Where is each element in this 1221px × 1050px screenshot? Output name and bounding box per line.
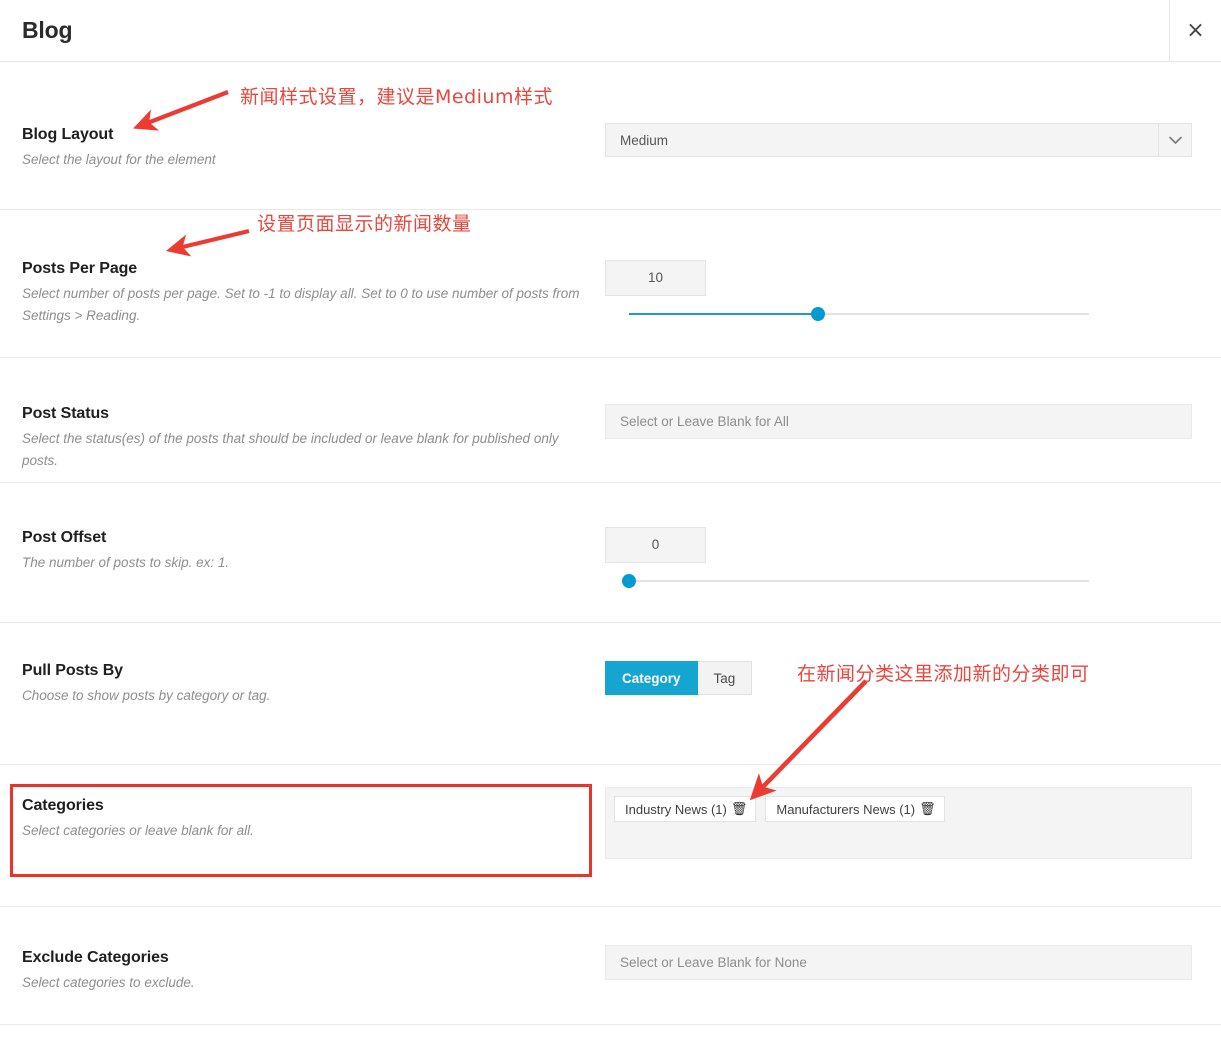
blog-layout-select[interactable]: Medium [605, 123, 1192, 157]
field-label-posts-per-page: Posts Per Page [22, 260, 138, 277]
field-label-exclude-categories: Exclude Categories [22, 949, 169, 966]
row-post-offset: Post Offset The number of posts to skip.… [0, 483, 1221, 623]
post-status-placeholder: Select or Leave Blank for All [620, 414, 789, 429]
category-chip[interactable]: Manufacturers News (1) 🗑 [765, 796, 945, 822]
field-desc-post-offset: The number of posts to skip. ex: 1. [22, 555, 230, 570]
posts-per-page-slider[interactable] [629, 296, 1089, 332]
field-label-post-status: Post Status [22, 405, 109, 422]
category-chip-label: Manufacturers News (1) [776, 801, 916, 817]
row-post-offset-info: Post Offset The number of posts to skip.… [0, 483, 605, 622]
toggle-tag[interactable]: Tag [697, 661, 753, 695]
field-label-blog-layout: Blog Layout [22, 126, 114, 143]
row-pull-posts-by-info: Pull Posts By Choose to show posts by ca… [0, 623, 605, 764]
row-post-status-control: Select or Leave Blank for All [605, 358, 1221, 482]
close-icon: × [1186, 17, 1205, 43]
posts-per-page-input[interactable]: 10 [605, 260, 706, 296]
row-exclude-categories-info: Exclude Categories Select categories to … [0, 907, 605, 1024]
slider-fill [629, 313, 818, 315]
field-desc-post-status: Select the status(es) of the posts that … [22, 431, 559, 468]
field-desc-blog-layout: Select the layout for the element [22, 152, 216, 167]
field-label-post-offset: Post Offset [22, 529, 107, 546]
row-exclude-categories: Exclude Categories Select categories to … [0, 907, 1221, 1025]
categories-chip-container[interactable]: Industry News (1) 🗑 Manufacturers News (… [605, 787, 1192, 859]
field-label-pull-posts-by: Pull Posts By [22, 662, 123, 679]
row-categories: Categories Select categories or leave bl… [0, 765, 1221, 907]
panel-header: Blog × [0, 0, 1221, 62]
toggle-category[interactable]: Category [605, 661, 698, 695]
row-posts-per-page-control: 10 [605, 210, 1221, 357]
row-post-status: Post Status Select the status(es) of the… [0, 358, 1221, 483]
slider-track [629, 580, 1089, 582]
blog-settings-panel: Blog × Blog Layout Select the layout for… [0, 0, 1221, 1050]
category-chip-label: Industry News (1) [625, 801, 727, 817]
field-desc-exclude-categories: Select categories to exclude. [22, 975, 195, 990]
row-pull-posts-by: Pull Posts By Choose to show posts by ca… [0, 623, 1221, 765]
trash-icon[interactable]: 🗑 [731, 803, 748, 816]
trash-icon[interactable]: 🗑 [919, 803, 936, 816]
blog-layout-select-value: Medium [620, 132, 669, 148]
close-button[interactable]: × [1169, 0, 1221, 61]
row-categories-info: Categories Select categories or leave bl… [0, 765, 605, 906]
field-desc-categories: Select categories or leave blank for all… [22, 823, 254, 838]
row-blog-layout-control: Medium [605, 62, 1221, 209]
row-post-offset-control: 0 [605, 483, 1221, 622]
row-exclude-categories-control: Select or Leave Blank for None [605, 907, 1221, 1024]
row-blog-layout: Blog Layout Select the layout for the el… [0, 62, 1221, 210]
page-title: Blog [22, 17, 73, 43]
exclude-categories-input[interactable]: Select or Leave Blank for None [605, 945, 1192, 980]
post-status-input[interactable]: Select or Leave Blank for All [605, 404, 1192, 439]
row-pull-posts-by-control: Category Tag [605, 623, 1221, 764]
field-desc-pull-posts-by: Choose to show posts by category or tag. [22, 688, 271, 703]
exclude-categories-placeholder: Select or Leave Blank for None [620, 955, 807, 970]
field-label-categories: Categories [22, 797, 104, 814]
post-offset-input[interactable]: 0 [605, 527, 706, 563]
slider-handle[interactable] [622, 574, 636, 588]
category-chip[interactable]: Industry News (1) 🗑 [614, 796, 757, 822]
chevron-down-icon[interactable] [1158, 124, 1191, 156]
field-desc-posts-per-page: Select number of posts per page. Set to … [22, 286, 580, 323]
row-posts-per-page-info: Posts Per Page Select number of posts pe… [0, 210, 605, 357]
row-post-status-info: Post Status Select the status(es) of the… [0, 358, 605, 482]
slider-handle[interactable] [810, 307, 825, 321]
post-offset-slider[interactable] [622, 563, 1089, 599]
pull-posts-by-toggle-group: Category Tag [605, 661, 1191, 695]
row-posts-per-page: Posts Per Page Select number of posts pe… [0, 210, 1221, 358]
row-blog-layout-info: Blog Layout Select the layout for the el… [0, 62, 605, 209]
row-categories-control: Industry News (1) 🗑 Manufacturers News (… [605, 765, 1221, 906]
